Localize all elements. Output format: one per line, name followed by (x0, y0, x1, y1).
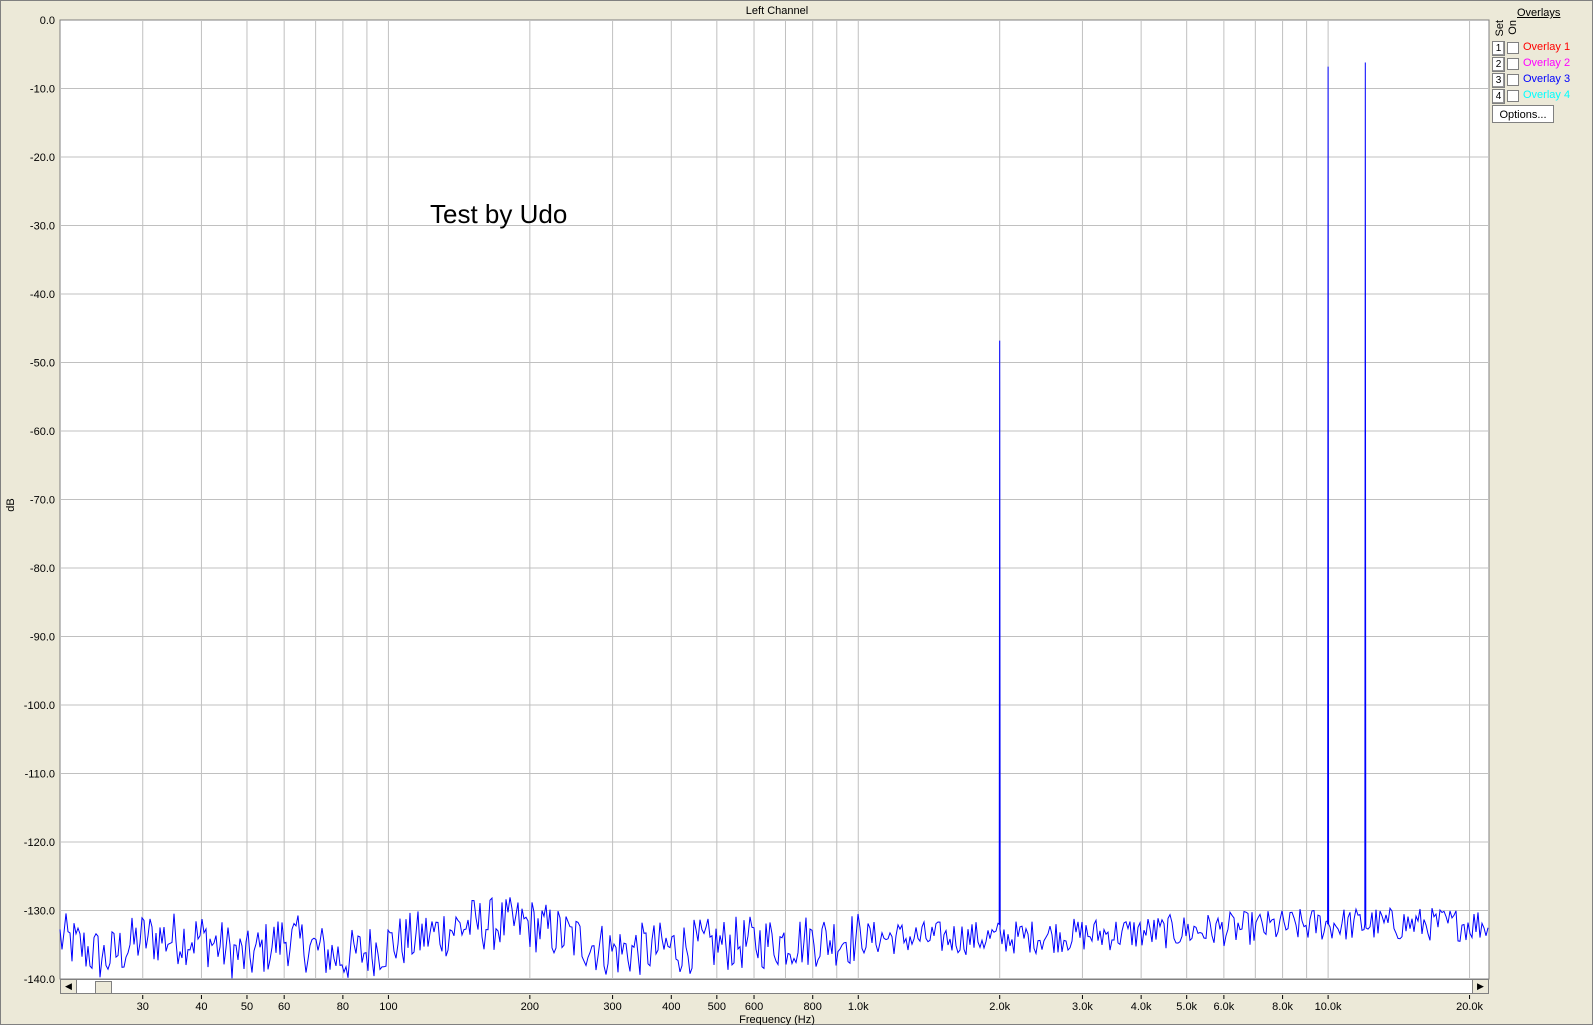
x-tick-label: 2.0k (989, 1001, 1010, 1013)
overlay-on-checkbox[interactable] (1507, 58, 1519, 70)
scroll-right-button[interactable]: ▶ (1472, 980, 1488, 993)
scroll-thumb[interactable] (95, 981, 112, 994)
x-axis-label: Frequency (Hz) (739, 1014, 815, 1025)
x-tick-label: 80 (337, 1001, 349, 1013)
x-tick-label: 20.0k (1456, 1001, 1483, 1013)
x-tick-label: 600 (745, 1001, 763, 1013)
x-tick-label: 4.0k (1131, 1001, 1152, 1013)
y-tick-label: 0.0 (40, 15, 55, 27)
overlay-panel: Overlays Set On 1 Overlay 1 2 Overlay 2 … (1490, 0, 1593, 1025)
annotation-text: Test by Udo (430, 199, 567, 229)
y-tick-label: -140.0 (24, 974, 55, 986)
y-tick-label: -70.0 (30, 495, 55, 507)
y-tick-label: -10.0 (30, 84, 55, 96)
x-tick-label: 10.0k (1315, 1001, 1342, 1013)
y-tick-label: -40.0 (30, 289, 55, 301)
chart-title: Left Channel (746, 5, 808, 17)
overlay-on-checkbox[interactable] (1507, 74, 1519, 86)
x-tick-label: 800 (804, 1001, 822, 1013)
scroll-left-button[interactable]: ◀ (61, 980, 77, 993)
x-tick-label: 40 (195, 1001, 207, 1013)
x-tick-labels: 30 40 50 60 80 100 200 300 400 500 600 800 1.0k 2.0k 3… (137, 995, 1483, 1013)
overlays-header: Overlays (1517, 7, 1561, 19)
overlay-name: Overlay 2 (1523, 57, 1571, 69)
overlay-on-checkbox[interactable] (1507, 90, 1519, 102)
y-tick-label: -80.0 (30, 563, 55, 575)
x-tick-label: 50 (241, 1001, 253, 1013)
y-tick-labels: 0.0 -10.0 -20.0 -30.0 -40.0 -50.0 -60.0 -70.0 -8… (24, 15, 55, 986)
overlay-row-1: 1 Overlay 1 (1492, 41, 1592, 56)
y-tick-label: -30.0 (30, 221, 55, 233)
x-tick-label: 100 (379, 1001, 397, 1013)
x-tick-label: 500 (708, 1001, 726, 1013)
y-tick-label: -20.0 (30, 152, 55, 164)
overlay-on-checkbox[interactable] (1507, 42, 1519, 54)
on-column-label: On (1507, 20, 1519, 35)
x-tick-label: 300 (603, 1001, 621, 1013)
x-tick-label: 400 (662, 1001, 680, 1013)
overlay-set-button[interactable]: 3 (1492, 73, 1505, 88)
overlay-row-2: 2 Overlay 2 (1492, 57, 1592, 72)
options-button[interactable]: Options... (1492, 105, 1554, 123)
overlay-row-4: 4 Overlay 4 (1492, 89, 1592, 104)
y-tick-label: -100.0 (24, 700, 55, 712)
x-tick-label: 3.0k (1072, 1001, 1093, 1013)
y-tick-label: -90.0 (30, 632, 55, 644)
y-tick-label: -120.0 (24, 837, 55, 849)
overlay-set-button[interactable]: 1 (1492, 41, 1505, 56)
x-tick-label: 30 (137, 1001, 149, 1013)
x-tick-label: 8.0k (1272, 1001, 1293, 1013)
overlay-set-button[interactable]: 2 (1492, 57, 1505, 72)
overlay-name: Overlay 4 (1523, 89, 1571, 101)
x-tick-label: 60 (278, 1001, 290, 1013)
overlay-name: Overlay 1 (1523, 41, 1571, 53)
x-tick-label: 5.0k (1176, 1001, 1197, 1013)
overlay-set-button[interactable]: 4 (1492, 89, 1505, 104)
x-tick-label: 6.0k (1213, 1001, 1234, 1013)
x-tick-label: 1.0k (848, 1001, 869, 1013)
y-tick-label: -130.0 (24, 906, 55, 918)
y-axis-label: dB (5, 498, 17, 511)
overlay-row-3: 3 Overlay 3 (1492, 73, 1592, 88)
y-tick-label: -110.0 (25, 769, 55, 781)
frequency-scrollbar[interactable]: ◀ ▶ (60, 979, 1489, 994)
x-tick-label: 200 (521, 1001, 539, 1013)
spectrum-chart: 0.0 -10.0 -20.0 -30.0 -40.0 -50.0 -60.0 -70.0 -8… (5, 5, 1490, 1025)
y-tick-label: -50.0 (30, 358, 55, 370)
set-column-label: Set (1494, 20, 1506, 37)
overlay-name: Overlay 3 (1523, 73, 1571, 85)
y-tick-label: -60.0 (30, 426, 55, 438)
